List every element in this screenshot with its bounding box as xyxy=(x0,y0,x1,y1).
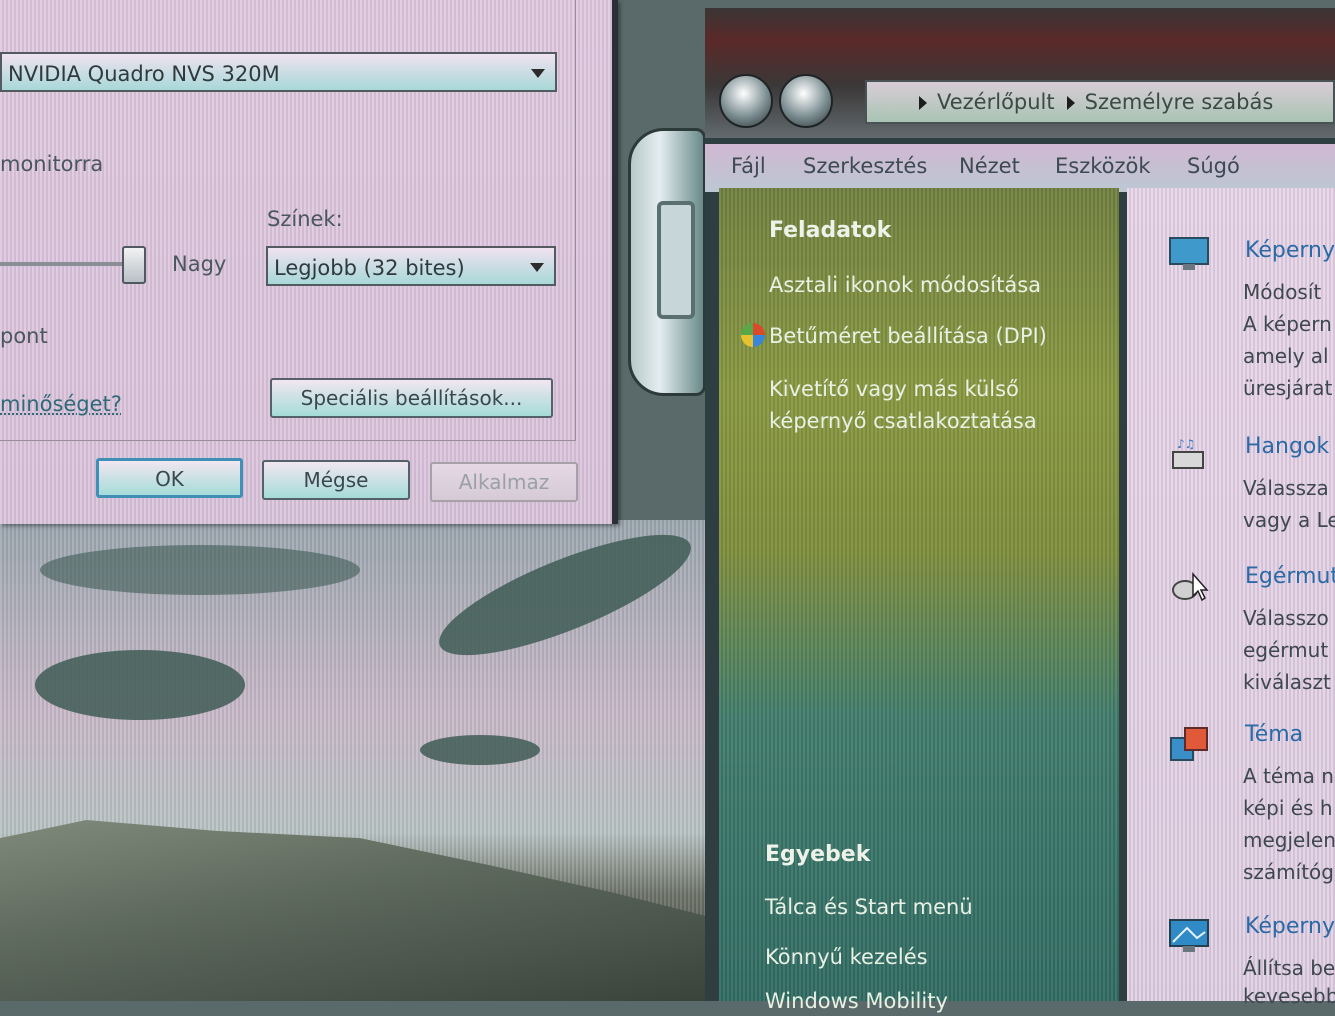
breadcrumb-personalization[interactable]: Személyre szabás xyxy=(1085,90,1274,114)
link-taskbar-start-menu[interactable]: Tálca és Start menü xyxy=(765,892,973,922)
personalization-content: Képerny Módosít A képern amely al üresjá… xyxy=(1127,188,1335,1008)
menu-edit[interactable]: Szerkesztés xyxy=(803,154,927,178)
display-adapter-value: NVIDIA Quadro NVS 320M xyxy=(8,62,280,86)
menu-help[interactable]: Súgó xyxy=(1187,154,1240,178)
control-panel-window: Vezérlőpult Személyre szabás Fájl Szerkes… xyxy=(705,8,1335,1013)
category-title-display-settings[interactable]: Képerny xyxy=(1245,914,1335,939)
task-font-size-dpi[interactable]: Betűméret beállítása (DPI) xyxy=(769,321,1047,351)
category-desc: Válassza xyxy=(1243,476,1329,500)
category-desc: Módosít xyxy=(1243,280,1322,304)
colors-dropdown[interactable]: Legjobb (32 bites) xyxy=(266,246,556,286)
category-desc: üresjárat xyxy=(1243,376,1333,400)
chevron-down-icon xyxy=(530,263,544,272)
wallpaper-island xyxy=(35,650,245,720)
task-connect-projector[interactable]: Kivetítő vagy más külső xyxy=(769,374,1019,404)
category-desc: Válasszo xyxy=(1243,606,1329,630)
resolution-slider-track[interactable] xyxy=(0,262,135,266)
chevron-down-icon xyxy=(531,69,545,78)
category-desc: A téma n xyxy=(1243,764,1334,788)
other-header: Egyebek xyxy=(765,842,871,867)
slider-max-label: Nagy xyxy=(172,252,227,276)
menu-file[interactable]: Fájl xyxy=(731,154,766,178)
breadcrumb-arrow-icon xyxy=(1066,96,1075,110)
link-ease-of-access[interactable]: Könnyű kezelés xyxy=(765,942,928,972)
uac-shield-icon xyxy=(741,323,765,347)
colors-value: Legjobb (32 bites) xyxy=(274,256,465,280)
forward-button[interactable] xyxy=(779,74,833,128)
menu-view[interactable]: Nézet xyxy=(959,154,1020,178)
breadcrumb-control-panel[interactable]: Vezérlőpult xyxy=(937,90,1055,114)
cancel-button[interactable]: Mégse xyxy=(262,460,410,500)
gadget-frame-icon xyxy=(657,201,695,319)
quality-help-link[interactable]: minőséget? xyxy=(0,392,122,416)
advanced-settings-button[interactable]: Speciális beállítások... xyxy=(270,378,553,418)
display-icon xyxy=(1169,237,1209,270)
task-pane: Feladatok Asztali ikonok módosítása Betű… xyxy=(719,188,1119,1013)
colors-label: Színek: xyxy=(267,207,343,231)
link-windows-mobility[interactable]: Windows Mobility xyxy=(765,986,948,1016)
task-connect-projector-line2[interactable]: képernyő csatlakoztatása xyxy=(769,406,1037,436)
wallpaper-island xyxy=(40,545,360,595)
dpi-label: pont xyxy=(0,324,48,348)
wallpaper-island xyxy=(420,735,540,765)
monitor-label: monitorra xyxy=(0,152,104,176)
category-title-mouse-pointers[interactable]: Egérmut xyxy=(1245,564,1335,589)
svg-text:♪♫: ♪♫ xyxy=(1177,437,1195,451)
display-settings-icon xyxy=(1169,919,1209,952)
category-desc: egérmut xyxy=(1243,638,1329,662)
address-bar[interactable]: Vezérlőpult Személyre szabás xyxy=(865,80,1335,124)
wallpaper-island xyxy=(426,511,704,679)
resolution-slider-thumb[interactable] xyxy=(122,246,146,284)
sidebar-gadget[interactable] xyxy=(628,128,706,396)
menu-bar: Fájl Szerkesztés Nézet Eszközök Súgó xyxy=(705,144,1335,192)
sounds-icon: ♪♫ xyxy=(1172,437,1204,469)
category-desc: megjelen xyxy=(1243,828,1335,852)
category-desc: számítóg xyxy=(1243,860,1334,884)
category-desc: kevesebb xyxy=(1243,984,1335,1008)
category-title-sounds[interactable]: Hangok xyxy=(1245,434,1329,459)
task-desktop-icons[interactable]: Asztali ikonok módosítása xyxy=(769,270,1041,300)
theme-icon xyxy=(1170,727,1208,761)
display-settings-dialog: NVIDIA Quadro NVS 320M monitorra Színek:… xyxy=(0,0,618,524)
breadcrumb-arrow-icon xyxy=(919,96,927,110)
category-desc: kiválaszt xyxy=(1243,670,1331,694)
category-title-theme[interactable]: Téma xyxy=(1245,722,1303,747)
apply-button[interactable]: Alkalmaz xyxy=(430,462,578,502)
tasks-header: Feladatok xyxy=(769,218,892,243)
mouse-pointer-icon xyxy=(1172,572,1209,602)
window-title-bar: Vezérlőpult Személyre szabás xyxy=(705,8,1335,138)
category-desc: vagy a Le xyxy=(1243,508,1335,532)
display-adapter-dropdown[interactable]: NVIDIA Quadro NVS 320M xyxy=(0,52,557,92)
ok-button[interactable]: OK xyxy=(96,458,243,498)
category-title-window-color[interactable]: Képerny xyxy=(1245,238,1335,263)
menu-tools[interactable]: Eszközök xyxy=(1055,154,1151,178)
category-desc: amely al xyxy=(1243,344,1329,368)
back-button[interactable] xyxy=(719,74,773,128)
category-desc: A képern xyxy=(1243,312,1332,336)
category-desc: képi és h xyxy=(1243,796,1333,820)
